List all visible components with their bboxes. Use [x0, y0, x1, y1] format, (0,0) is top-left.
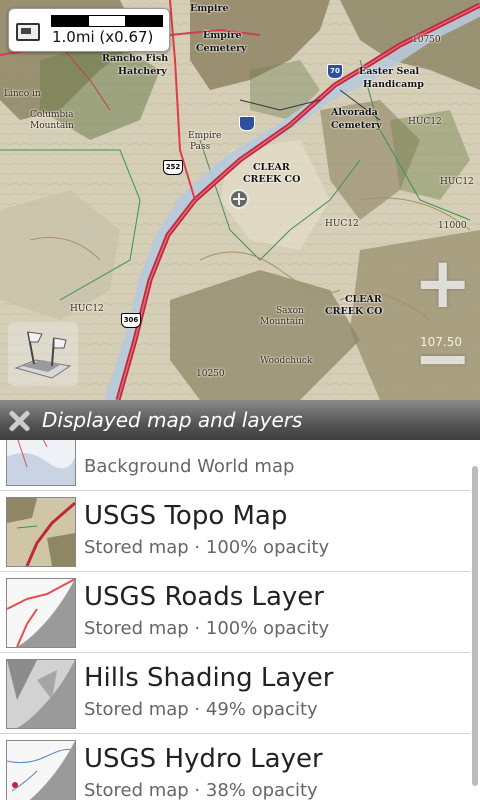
map-label-huc: HUC12	[408, 117, 442, 127]
layer-row-usgs-hydro[interactable]: USGS Hydro Layer Stored map · 38% opacit…	[0, 734, 470, 800]
map-label-mountain-left: Mountain	[30, 121, 74, 131]
layer-name: USGS Topo Map	[84, 501, 288, 531]
map-label-elevation: 10250	[196, 369, 225, 379]
layer-details: Stored map · 38% opacity	[84, 780, 318, 800]
map-label-huc: HUC12	[325, 219, 359, 229]
interstate-shield-icon	[239, 116, 255, 131]
map-label-woodchuck: Woodchuck	[260, 356, 313, 366]
list-scrollbar[interactable]	[472, 466, 478, 786]
map-label-columbia: Columbia	[30, 110, 74, 120]
layer-list[interactable]: Background World map USGS Topo Map Store…	[0, 440, 480, 800]
zoom-out-button[interactable]: −	[413, 323, 472, 393]
map-view[interactable]: Empire Empire Cemetery Rancho Fish Hatch…	[0, 0, 480, 400]
layer-details: Stored map · 49% opacity	[84, 699, 318, 720]
map-label-easter-seal: Easter Seal	[359, 66, 420, 77]
layers-panel-header: Displayed map and layers	[0, 400, 480, 440]
map-label-elevation: 10750	[412, 35, 441, 45]
layer-details: Stored map · 100% opacity	[84, 618, 330, 639]
zoom-level-value: 107.50	[420, 335, 462, 349]
map-label-rancho-fish: Rancho Fish	[102, 53, 169, 64]
close-x-icon[interactable]	[6, 408, 32, 434]
map-label-elevation: 11000	[438, 221, 467, 231]
layer-row-hills-shading[interactable]: Hills Shading Layer Stored map · 49% opa…	[0, 653, 470, 734]
layers-button[interactable]	[8, 322, 78, 386]
world-map-thumb	[6, 440, 76, 486]
map-label-creek-co-1: CREEK CO	[243, 174, 301, 185]
map-label-empire-pass: Empire	[188, 131, 222, 141]
route-252-label: 252	[165, 163, 181, 171]
map-label-clear-1: CLEAR	[253, 162, 290, 173]
scale-bar	[51, 15, 163, 27]
layer-row-background[interactable]: Background World map	[0, 440, 470, 491]
map-label-pass: Pass	[190, 142, 211, 152]
map-label-huc: HUC12	[440, 177, 474, 187]
layer-name: USGS Roads Layer	[84, 582, 324, 612]
map-label-alvorada-cemetery: Cemetery	[331, 120, 382, 131]
scale-indicator[interactable]: 1.0mi (x0.67)	[8, 8, 170, 52]
route-306-label: 306	[123, 316, 139, 324]
map-label-alvorada: Alvorada	[331, 107, 378, 118]
route-306-shield: 306	[121, 313, 141, 328]
route-252-shield: 252	[163, 160, 183, 175]
layer-details: Background World map	[84, 456, 295, 477]
map-label-empire: Empire	[203, 30, 242, 41]
topo-thumb	[6, 497, 76, 567]
map-label-creek-co-2: CREEK CO	[325, 306, 383, 317]
panel-title: Displayed map and layers	[42, 408, 303, 432]
interstate-shield-icon: 70	[327, 64, 343, 79]
map-label-huc: HUC12	[70, 304, 104, 314]
map-label-clear-2: CLEAR	[345, 294, 382, 305]
hills-thumb	[6, 659, 76, 729]
hydro-thumb	[6, 740, 76, 800]
map-center-crosshair-icon	[229, 189, 249, 209]
layer-name: Hills Shading Layer	[84, 663, 334, 693]
map-label-handicamp: Handicamp	[363, 79, 424, 90]
layer-details: Stored map · 100% opacity	[84, 537, 330, 558]
layer-row-usgs-roads[interactable]: USGS Roads Layer Stored map · 100% opaci…	[0, 572, 470, 653]
map-label-empire-top: Empire	[190, 3, 229, 14]
map-label-lincoln: Linco in	[4, 89, 41, 99]
map-label-empire-cemetery: Cemetery	[196, 43, 247, 54]
scale-label: 1.0mi (x0.67)	[52, 28, 154, 46]
map-label-saxon: Saxon	[276, 306, 304, 316]
zoom-in-button[interactable]: +	[413, 248, 472, 318]
layers-flags-icon	[14, 331, 72, 379]
map-mode-icon[interactable]	[16, 23, 40, 41]
route-i70-label: 70	[330, 67, 340, 75]
map-label-hatchery: Hatchery	[118, 66, 167, 77]
map-label-saxon-mountain: Mountain	[260, 317, 304, 327]
layer-name: USGS Hydro Layer	[84, 744, 323, 774]
roads-thumb	[6, 578, 76, 648]
layer-row-usgs-topo[interactable]: USGS Topo Map Stored map · 100% opacity	[0, 491, 470, 572]
